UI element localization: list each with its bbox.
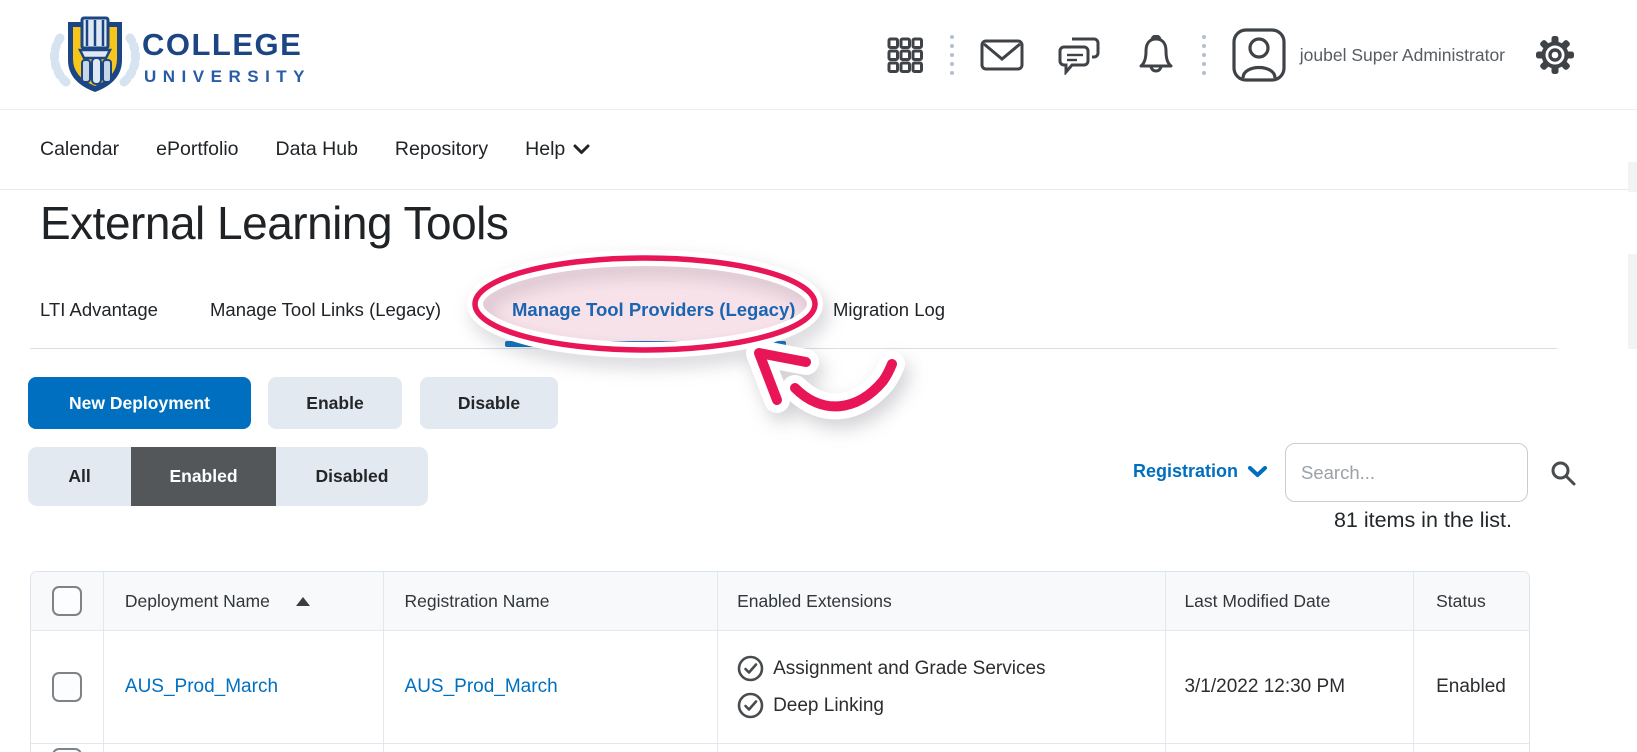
app-grid-icon[interactable] [886, 36, 924, 74]
status-value: Enabled [1436, 676, 1506, 697]
column-header-status: Status [1414, 572, 1529, 630]
external-learning-tools-page: COLLEGE UNIVERSITY joubel Super Administ… [0, 0, 1637, 752]
chat-icon[interactable] [1058, 35, 1102, 75]
extension-item: Deep Linking [737, 692, 884, 719]
nav-item-eportfolio[interactable]: ePortfolio [156, 138, 238, 161]
enable-button[interactable]: Enable [268, 377, 402, 429]
page-title: External Learning Tools [40, 197, 509, 249]
filter-all[interactable]: All [28, 447, 131, 506]
search-icon[interactable] [1550, 444, 1576, 501]
annotation-arrowhead [754, 348, 811, 405]
column-header-last-modified-date[interactable]: Last Modified Date [1166, 572, 1415, 630]
main-navbar: Calendar ePortfolio Data Hub Repository … [0, 110, 1637, 190]
college-university-logo[interactable]: COLLEGE UNIVERSITY [38, 12, 308, 98]
filter-disabled[interactable]: Disabled [276, 447, 428, 506]
table-row [31, 744, 1529, 752]
bell-icon[interactable] [1136, 35, 1176, 75]
divider-dots [1201, 35, 1206, 75]
filter-enabled[interactable]: Enabled [131, 447, 276, 506]
divider-dots [949, 35, 954, 75]
table-header-row: Deployment Name Registration Name Enable… [31, 572, 1529, 631]
column-label: Status [1436, 590, 1486, 611]
items-count: 81 items in the list. [1333, 508, 1512, 532]
nav-item-calendar[interactable]: Calendar [40, 138, 119, 161]
top-right-controls: joubel Super Administrator [886, 0, 1575, 110]
chevron-down-icon [573, 144, 590, 154]
extension-label: Deep Linking [773, 694, 884, 716]
enabled-extensions-cell: Assignment and Grade Services Deep Linki… [718, 631, 1167, 743]
check-circle-icon [737, 692, 764, 719]
column-header-enabled-extensions: Enabled Extensions [718, 572, 1167, 630]
column-header-deployment-name[interactable]: Deployment Name [104, 572, 384, 630]
table-row: AUS_Prod_March AUS_Prod_March Assignment… [31, 631, 1529, 744]
mail-icon[interactable] [980, 39, 1024, 71]
laurel-right [119, 33, 140, 87]
search-box [1285, 443, 1576, 502]
column-label: Deployment Name [124, 590, 270, 611]
sort-ascending-icon [295, 596, 310, 606]
disable-button[interactable]: Disable [420, 377, 558, 429]
row-checkbox[interactable] [51, 672, 82, 702]
tab-manage-tool-links[interactable]: Manage Tool Links (Legacy) [210, 292, 441, 328]
status-filter-segmented-control: All Enabled Disabled [28, 447, 428, 506]
column-label: Last Modified Date [1184, 590, 1331, 611]
top-header-bar: COLLEGE UNIVERSITY joubel Super Administ… [0, 0, 1637, 110]
extension-label: Assignment and Grade Services [773, 657, 1046, 679]
nav-item-repository[interactable]: Repository [395, 138, 488, 161]
page-edge-strip [1628, 162, 1637, 192]
column-label: Enabled Extensions [737, 590, 892, 611]
brand-line2: UNIVERSITY [144, 67, 308, 86]
last-modified-date: 3/1/2022 12:30 PM [1184, 676, 1346, 697]
nav-item-data-hub[interactable]: Data Hub [276, 138, 358, 161]
crest-roof [77, 48, 113, 60]
tool-providers-table: Deployment Name Registration Name Enable… [30, 571, 1530, 752]
annotation-arrowhead-halo [746, 340, 819, 413]
select-all-checkbox[interactable] [51, 586, 82, 616]
row-checkbox[interactable] [51, 748, 82, 752]
laurel-left [50, 33, 71, 87]
registration-name-link[interactable]: AUS_Prod_March [405, 676, 558, 698]
extension-item: Assignment and Grade Services [737, 655, 1046, 682]
annotation-arrow-halo [782, 351, 905, 420]
gear-icon[interactable] [1535, 35, 1575, 75]
new-deployment-button[interactable]: New Deployment [28, 377, 251, 429]
annotation-arrow [790, 359, 897, 412]
column-label: Registration Name [404, 590, 550, 611]
active-tab-underline [505, 341, 786, 347]
check-circle-icon [737, 655, 764, 682]
registration-label: Registration [1133, 461, 1239, 481]
avatar[interactable] [1232, 28, 1286, 82]
help-label: Help [525, 138, 566, 160]
search-input[interactable] [1286, 461, 1550, 484]
tab-manage-tool-providers[interactable]: Manage Tool Providers (Legacy) [512, 292, 795, 328]
chevron-down-icon [1248, 465, 1268, 477]
brand-line1: COLLEGE [142, 27, 302, 62]
tab-migration-log[interactable]: Migration Log [833, 292, 945, 328]
nav-item-help[interactable]: Help [525, 138, 590, 161]
deployment-name-link[interactable]: AUS_Prod_March [125, 676, 278, 698]
tabbar-divider [30, 348, 1557, 349]
page-edge-strip [1628, 254, 1637, 349]
user-name[interactable]: joubel Super Administrator [1300, 45, 1505, 66]
tab-lti-advantage[interactable]: LTI Advantage [40, 292, 158, 328]
column-header-registration-name[interactable]: Registration Name [384, 572, 719, 630]
registration-dropdown[interactable]: Registration [1133, 461, 1268, 482]
